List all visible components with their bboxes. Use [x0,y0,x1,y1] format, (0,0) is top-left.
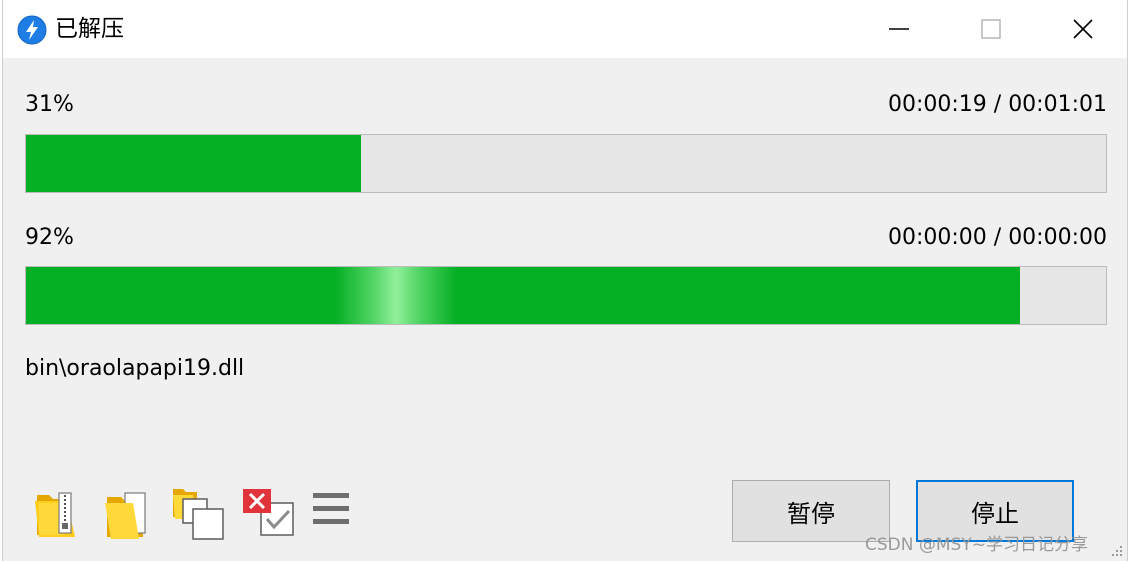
zip-folder-icon[interactable] [31,485,83,541]
delete-check-icon[interactable] [241,485,294,541]
file-progress-fill [26,267,1020,324]
total-progress-fill [26,135,361,192]
current-file-name: bin\oraolapapi19.dll [25,356,245,381]
progress-shine [336,267,456,324]
title-bar[interactable]: 已解压 [3,0,1127,58]
open-folder-icon[interactable] [103,485,155,541]
file-time-label: 00:00:00 / 00:00:00 [887,225,1107,250]
file-percent-label: 92% [25,225,74,250]
minimize-icon [889,28,909,30]
file-progress-bar [25,266,1107,325]
close-icon [1073,19,1093,39]
total-percent-label: 31% [25,92,74,117]
resize-grip-icon[interactable] [1109,543,1123,557]
maximize-button[interactable] [945,0,1037,58]
minimize-button[interactable] [853,0,945,58]
total-time-label: 00:00:19 / 00:01:01 [887,92,1107,117]
menu-icon[interactable] [311,485,363,541]
copy-window-icon[interactable] [171,485,224,541]
total-progress-bar [25,134,1107,193]
lightning-bolt-icon [17,15,47,45]
extract-progress-window: 已解压 31% 00:00:19 / 00:01:01 92% 00:00:00… [2,0,1128,561]
window-title: 已解压 [55,16,124,42]
close-button[interactable] [1037,0,1129,58]
maximize-icon [981,19,1001,39]
watermark-text: CSDN @MSY~学习日记分享 [865,535,1088,555]
